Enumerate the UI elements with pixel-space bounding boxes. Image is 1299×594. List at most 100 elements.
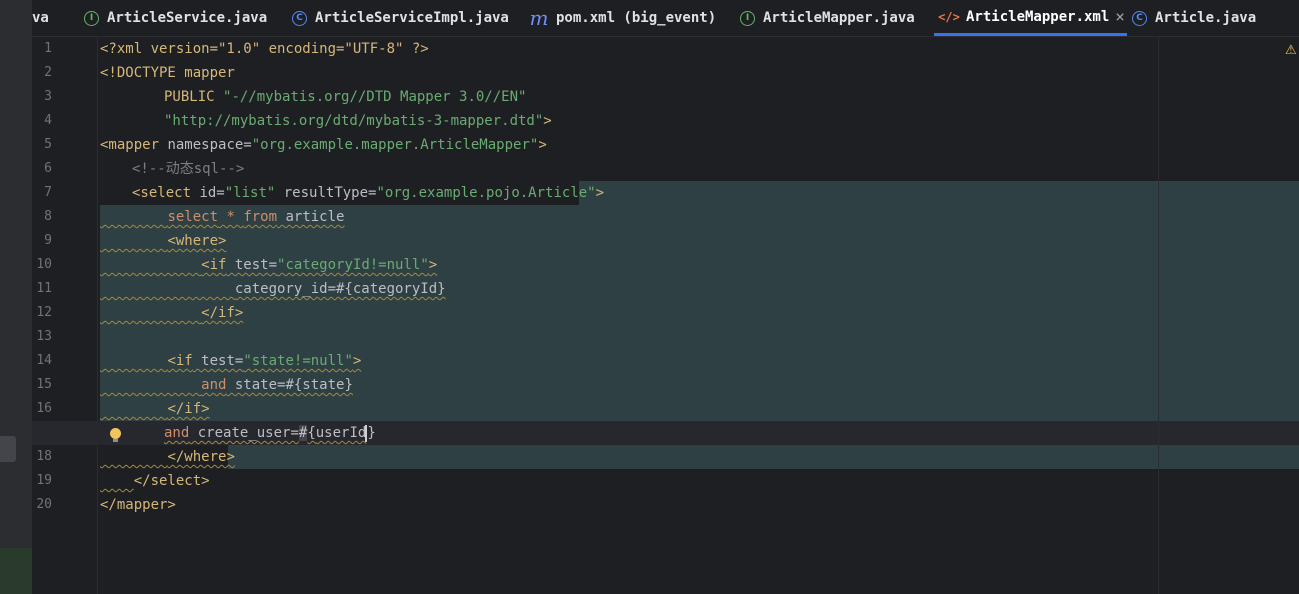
mapper-close-tag: </mapper>	[100, 497, 176, 513]
tag-close: >	[543, 113, 552, 129]
tag-close: >	[595, 185, 605, 201]
line-number: 8	[44, 209, 52, 224]
if-close-tag: </if>	[167, 401, 210, 417]
where-close-tag: </where>	[167, 449, 235, 465]
code-line-7: <select id="list" resultType="org.exampl…	[132, 181, 604, 205]
line-number: 5	[44, 137, 52, 152]
attr-value: "list"	[224, 185, 276, 201]
sql-condition: category_id=#{categoryId}	[234, 281, 446, 297]
interface-icon: I	[740, 10, 755, 26]
tab-article-java[interactable]: C Article.java	[1132, 0, 1256, 36]
attr-name: id=	[191, 185, 225, 201]
right-margin-guide	[1158, 37, 1159, 594]
line-number: 10	[36, 257, 52, 272]
tab-label: Article.java	[1155, 10, 1257, 26]
line-number: 15	[36, 377, 52, 392]
attr-value: "categoryId!=null"	[277, 257, 429, 273]
tab-articleserviceimpl-java[interactable]: C ArticleServiceImpl.java	[292, 0, 509, 36]
line-number: 3	[44, 89, 52, 104]
xml-comment: <!--动态sql-->	[132, 161, 245, 177]
line-number: 20	[36, 497, 52, 512]
tab-articlemapper-xml[interactable]: </> ArticleMapper.xml ×	[934, 0, 1127, 36]
tab-articlemapper-java[interactable]: I ArticleMapper.java	[740, 0, 915, 36]
attr-name: namespace=	[159, 137, 252, 153]
code-area[interactable]: ⚠ <?xml version="1.0" encoding="UTF-8" ?…	[32, 37, 1299, 594]
line-number: 4	[44, 113, 52, 128]
xml-declaration: <?xml version="1.0" encoding="UTF-8" ?>	[100, 41, 429, 57]
line-number: 9	[44, 233, 52, 248]
sql-keyword: select	[167, 209, 219, 225]
select-tag: <select	[132, 185, 192, 201]
line-number: 19	[36, 473, 52, 488]
attr-value: "org.example.pojo.Article"	[376, 185, 596, 201]
code-line-10: <if test="categoryId!=null">	[100, 253, 437, 277]
mapper-tag: <mapper	[100, 137, 160, 153]
code-editor[interactable]: 1 2 3 4 5 6 7 8 9 10 11 12 13 14 15 16 1…	[32, 37, 1299, 594]
code-line-12: </if>	[100, 301, 243, 325]
tool-window-marker[interactable]	[0, 436, 16, 462]
code-line-9: <where>	[100, 229, 226, 253]
param-name: userId	[315, 425, 367, 441]
tab-pom-xml[interactable]: m pom.xml (big_event)	[529, 0, 717, 36]
left-tool-strip	[0, 0, 33, 594]
close-icon[interactable]: ×	[1115, 7, 1125, 26]
sql-keyword: from	[243, 209, 278, 225]
tab-truncated[interactable]: va	[32, 0, 49, 36]
select-close-tag: </select>	[133, 473, 210, 489]
code-line-17: and create_user=#{userId}	[164, 421, 376, 445]
lightbulb-icon[interactable]	[108, 421, 122, 445]
status-indicator	[0, 548, 32, 594]
code-line-16: </if>	[100, 397, 210, 421]
code-line-20: </mapper>	[100, 493, 176, 517]
close-brace: }	[367, 425, 376, 441]
code-line-11: category_id=#{categoryId}	[100, 277, 446, 301]
interface-icon: I	[84, 10, 99, 26]
code-line-14: <if test="state!=null">	[100, 349, 361, 373]
dtd-url-string: "http://mybatis.org/dtd/mybatis-3-mapper…	[164, 113, 544, 129]
warning-icon[interactable]: ⚠	[1285, 43, 1299, 58]
highlight-block	[228, 445, 1299, 469]
tab-label: ArticleMapper.java	[763, 10, 915, 26]
line-number-gutter: 1 2 3 4 5 6 7 8 9 10 11 12 13 14 15 16 1…	[32, 37, 98, 594]
line-number: 13	[36, 329, 52, 344]
code-line-6: <!--动态sql-->	[132, 157, 244, 181]
tab-label: ArticleServiceImpl.java	[315, 10, 509, 26]
code-line-1: <?xml version="1.0" encoding="UTF-8" ?>	[100, 37, 429, 61]
attr-name: test=	[226, 257, 278, 273]
code-line-4: "http://mybatis.org/dtd/mybatis-3-mapper…	[164, 109, 552, 133]
attr-value: "org.example.mapper.ArticleMapper"	[251, 137, 539, 153]
tab-label: va	[32, 10, 49, 26]
sql-condition: state=#{state}	[226, 377, 353, 393]
where-tag: <where>	[167, 233, 227, 249]
line-number: 14	[36, 353, 52, 368]
xml-icon: </>	[938, 9, 960, 24]
line-number: 1	[44, 41, 52, 56]
tab-label: pom.xml (big_event)	[556, 10, 717, 26]
sql-star: *	[218, 209, 244, 225]
line-number: 7	[44, 185, 52, 200]
doctype: <!DOCTYPE mapper	[100, 65, 235, 81]
if-close-tag: </if>	[201, 305, 244, 321]
code-line-19: </select>	[100, 469, 210, 493]
sql-table: article	[277, 209, 345, 225]
code-line-15: and state=#{state}	[100, 373, 353, 397]
attr-value: "state!=null"	[243, 353, 353, 369]
tab-label: ArticleService.java	[107, 10, 268, 26]
attr-name: resultType=	[275, 185, 377, 201]
code-line-2: <!DOCTYPE mapper	[100, 61, 235, 85]
tab-articleservice-java[interactable]: I ArticleService.java	[84, 0, 267, 36]
if-tag: <if	[201, 257, 227, 273]
code-line-3: PUBLIC "-//mybatis.org//DTD Mapper 3.0//…	[164, 85, 526, 109]
sql-condition: create_user=	[189, 425, 299, 441]
tag-close: >	[428, 257, 438, 273]
open-brace: {	[307, 425, 316, 441]
attr-name: test=	[192, 353, 244, 369]
editor-tab-bar: va I ArticleService.java C ArticleServic…	[32, 0, 1299, 37]
sql-keyword: and	[164, 425, 190, 441]
code-line-8: select * from article	[100, 205, 344, 229]
public-keyword: PUBLIC	[164, 89, 224, 105]
code-line-18: </where>	[100, 445, 235, 469]
maven-icon: m	[529, 6, 549, 30]
class-icon: C	[292, 10, 307, 26]
class-icon: C	[1132, 10, 1147, 26]
